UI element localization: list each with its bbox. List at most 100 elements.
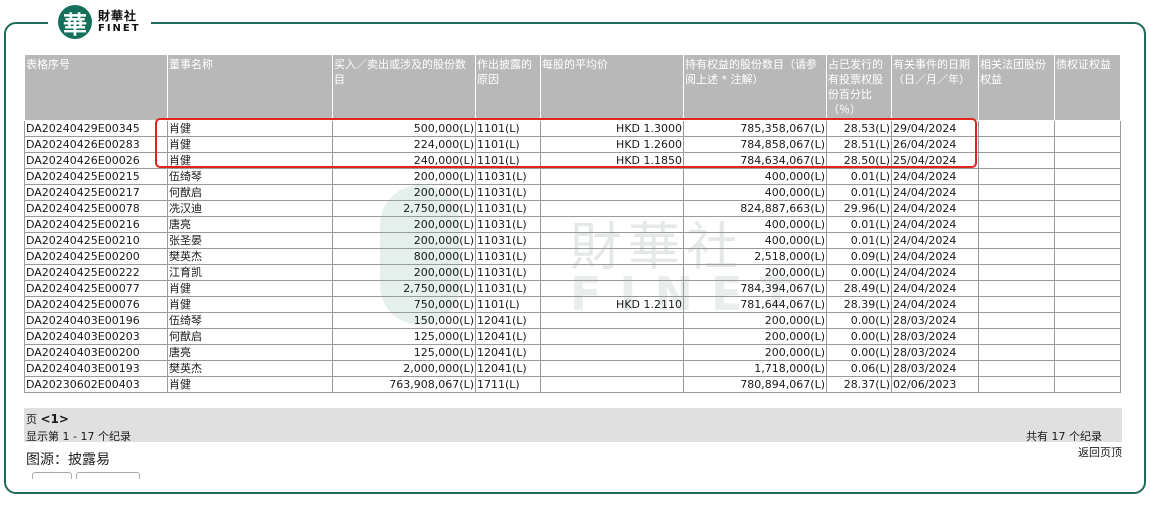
table-cell: 29/04/2024 xyxy=(891,120,979,137)
table-cell: 781,644,067(L) xyxy=(683,296,827,313)
table-cell xyxy=(978,360,1055,377)
table-cell: 29.96(L) xyxy=(826,200,892,217)
table-cell xyxy=(540,248,684,265)
table-cell: 750,000(L) xyxy=(332,296,476,313)
table-cell: 400,000(L) xyxy=(683,232,827,249)
table-cell: 0.01(L) xyxy=(826,232,892,249)
table-cell: 11031(L) xyxy=(475,184,541,201)
records-total: 共有 17 个纪录 xyxy=(1026,430,1102,443)
table-cell: 0.00(L) xyxy=(826,312,892,329)
column-header: 占已发行的有投票权股份百分比（％） xyxy=(826,54,892,121)
table-cell xyxy=(540,184,684,201)
table-cell xyxy=(540,200,684,217)
table-cell: 400,000(L) xyxy=(683,184,827,201)
table-cell: 28/03/2024 xyxy=(891,360,979,377)
table-row: DA20240425E00078 冼汉迪 2,750,000(L) 11031(L) 8… xyxy=(24,200,1121,217)
table-row: DA20240403E00203 何猷启 125,000(L) 12041(L) 200… xyxy=(24,328,1121,345)
table-cell: 冼汉迪 xyxy=(167,200,333,217)
table-cell: 2,750,000(L) xyxy=(332,200,476,217)
table-footer: 页 <1> 显示第 1 - 17 个纪录 共有 17 个纪录 xyxy=(24,408,1122,443)
table-cell: DA20240403E00193 xyxy=(24,360,168,377)
table-cell: DA20240425E00200 xyxy=(24,248,168,265)
table-cell: DA20240425E00078 xyxy=(24,200,168,217)
table-cell: 24/04/2024 xyxy=(891,184,979,201)
table-row: DA20240403E00196 伍绮琴 150,000(L) 12041(L) 200… xyxy=(24,312,1121,329)
table-cell: 28.50(L) xyxy=(826,152,892,169)
table-cell xyxy=(978,120,1055,137)
table-row: DA20240425E00217 何猷启 200,000(L) 11031(L) 400… xyxy=(24,184,1121,201)
back-to-top-link[interactable]: 返回页顶 xyxy=(1078,444,1122,460)
table-row: DA20240429E00345 肖健 500,000(L) 1101(L) HKD 1… xyxy=(24,120,1121,137)
table-cell: 25/04/2024 xyxy=(891,152,979,169)
table-cell: 150,000(L) xyxy=(332,312,476,329)
table-cell: 824,887,663(L) xyxy=(683,200,827,217)
table-cell: HKD 1.2600 xyxy=(540,136,684,153)
table-cell xyxy=(978,328,1055,345)
table-cell: 784,394,067(L) xyxy=(683,280,827,297)
pager: 页 <1> xyxy=(26,411,69,427)
table-cell: 肖健 xyxy=(167,120,333,137)
table-row: DA20240426E00026 肖健 240,000(L) 1101(L) HKD 1… xyxy=(24,152,1121,169)
records-showing: 显示第 1 - 17 个纪录 xyxy=(26,430,131,443)
table-row: DA20240403E00200 唐亮 125,000(L) 12041(L) 200,… xyxy=(24,344,1121,361)
table-cell: DA20240403E00196 xyxy=(24,312,168,329)
logo-en: FINET xyxy=(98,23,141,34)
table-cell: 肖健 xyxy=(167,280,333,297)
table-cell xyxy=(978,152,1055,169)
table-cell: 02/06/2023 xyxy=(891,376,979,393)
table-cell xyxy=(540,280,684,297)
table-cell xyxy=(1054,376,1121,393)
table-row: DA20240426E00283 肖健 224,000(L) 1101(L) HKD 1… xyxy=(24,136,1121,153)
table-cell: 张圣晏 xyxy=(167,232,333,249)
table-cell: DA20240425E00216 xyxy=(24,216,168,233)
table-cell xyxy=(978,248,1055,265)
table-cell: 28.39(L) xyxy=(826,296,892,313)
table-cell: DA20240426E00026 xyxy=(24,152,168,169)
table-cell xyxy=(1054,216,1121,233)
image-source: 图源：披露易 xyxy=(26,452,110,468)
table-cell: 1101(L) xyxy=(475,136,541,153)
table-cell: 0.06(L) xyxy=(826,360,892,377)
table-cell: 1101(L) xyxy=(475,296,541,313)
table-cell xyxy=(1054,312,1121,329)
table-cell: 伍绮琴 xyxy=(167,168,333,185)
column-header: 表格序号 xyxy=(24,54,168,121)
column-header: 债权证权益 xyxy=(1054,54,1121,121)
table-cell xyxy=(1054,168,1121,185)
table-cell xyxy=(540,168,684,185)
table-cell: 400,000(L) xyxy=(683,216,827,233)
table-cell xyxy=(540,232,684,249)
table-cell xyxy=(978,200,1055,217)
table-cell: 28.51(L) xyxy=(826,136,892,153)
table-cell xyxy=(978,296,1055,313)
table-cell xyxy=(1054,184,1121,201)
table-cell: DA20240425E00077 xyxy=(24,280,168,297)
page-current-link[interactable]: <1> xyxy=(41,412,69,426)
table-cell: 12041(L) xyxy=(475,344,541,361)
column-header: 持有权益的股份数目（请参阅上述 * 注解） xyxy=(683,54,827,121)
table-cell: 江育凯 xyxy=(167,264,333,281)
table-cell: 24/04/2024 xyxy=(891,200,979,217)
table-cell: 784,858,067(L) xyxy=(683,136,827,153)
table-cell: 500,000(L) xyxy=(332,120,476,137)
table-cell: 12041(L) xyxy=(475,312,541,329)
table-cell xyxy=(1054,248,1121,265)
table-cell: 11031(L) xyxy=(475,264,541,281)
table-cell: 何猷启 xyxy=(167,184,333,201)
table-cell: DA20240425E00210 xyxy=(24,232,168,249)
table-body: DA20240429E00345 肖健 500,000(L) 1101(L) HKD 1… xyxy=(24,120,1121,393)
table-cell xyxy=(1054,328,1121,345)
table-cell: 樊英杰 xyxy=(167,248,333,265)
table-cell: 800,000(L) xyxy=(332,248,476,265)
logo-text: 財華社 FINET xyxy=(98,10,141,34)
table-cell: 肖健 xyxy=(167,136,333,153)
table-cell xyxy=(1054,264,1121,281)
table-cell xyxy=(978,216,1055,233)
table-cell: 12041(L) xyxy=(475,328,541,345)
table-cell: 200,000(L) xyxy=(683,312,827,329)
table-cell: 240,000(L) xyxy=(332,152,476,169)
table-cell: 0.01(L) xyxy=(826,216,892,233)
table-row: DA20240425E00215 伍绮琴 200,000(L) 11031(L) 400… xyxy=(24,168,1121,185)
table-row: DA20240425E00216 唐亮 200,000(L) 11031(L) 400,… xyxy=(24,216,1121,233)
table-cell: 1,718,000(L) xyxy=(683,360,827,377)
